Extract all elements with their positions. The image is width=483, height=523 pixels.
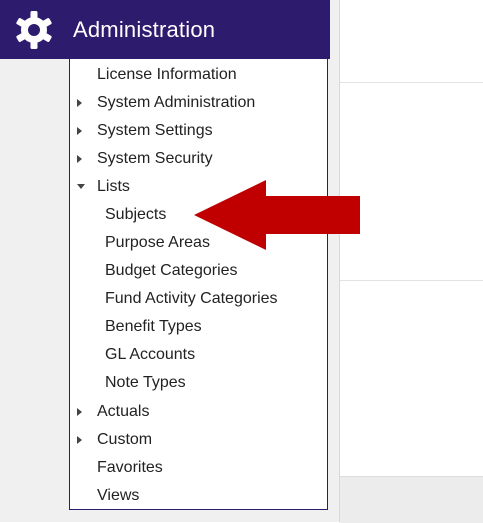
menu-item-favorites[interactable]: Favorites: [97, 455, 163, 481]
menu-item-system-security[interactable]: System Security: [97, 146, 213, 172]
caret-right-icon[interactable]: [77, 127, 82, 135]
menu-item-benefit-types[interactable]: Benefit Types: [105, 314, 202, 340]
content-separator: [340, 280, 483, 281]
content-footer: [340, 476, 483, 523]
content-separator: [340, 82, 483, 83]
annotation-arrow-icon: [194, 180, 360, 250]
menu-item-note-types[interactable]: Note Types: [105, 370, 186, 396]
content-divider: [339, 0, 340, 522]
gear-icon: [12, 8, 56, 52]
caret-down-icon[interactable]: [77, 184, 85, 189]
caret-right-icon[interactable]: [77, 436, 82, 444]
menu-item-system-settings[interactable]: System Settings: [97, 118, 213, 144]
caret-right-icon[interactable]: [77, 408, 82, 416]
admin-menu: License Information System Administratio…: [69, 59, 328, 510]
menu-item-subjects[interactable]: Subjects: [105, 202, 166, 228]
menu-item-lists[interactable]: Lists: [97, 174, 130, 200]
menu-item-system-administration[interactable]: System Administration: [97, 90, 255, 116]
menu-item-gl-accounts[interactable]: GL Accounts: [105, 342, 195, 368]
menu-item-budget-categories[interactable]: Budget Categories: [105, 258, 238, 284]
menu-item-custom[interactable]: Custom: [97, 427, 152, 453]
admin-header[interactable]: Administration: [0, 0, 330, 59]
menu-item-license-information[interactable]: License Information: [97, 62, 237, 88]
menu-item-views[interactable]: Views: [97, 483, 139, 509]
menu-item-actuals[interactable]: Actuals: [97, 399, 149, 425]
menu-item-fund-activity-categories[interactable]: Fund Activity Categories: [105, 286, 278, 312]
caret-right-icon[interactable]: [77, 99, 82, 107]
header-title: Administration: [73, 16, 216, 42]
caret-right-icon[interactable]: [77, 155, 82, 163]
